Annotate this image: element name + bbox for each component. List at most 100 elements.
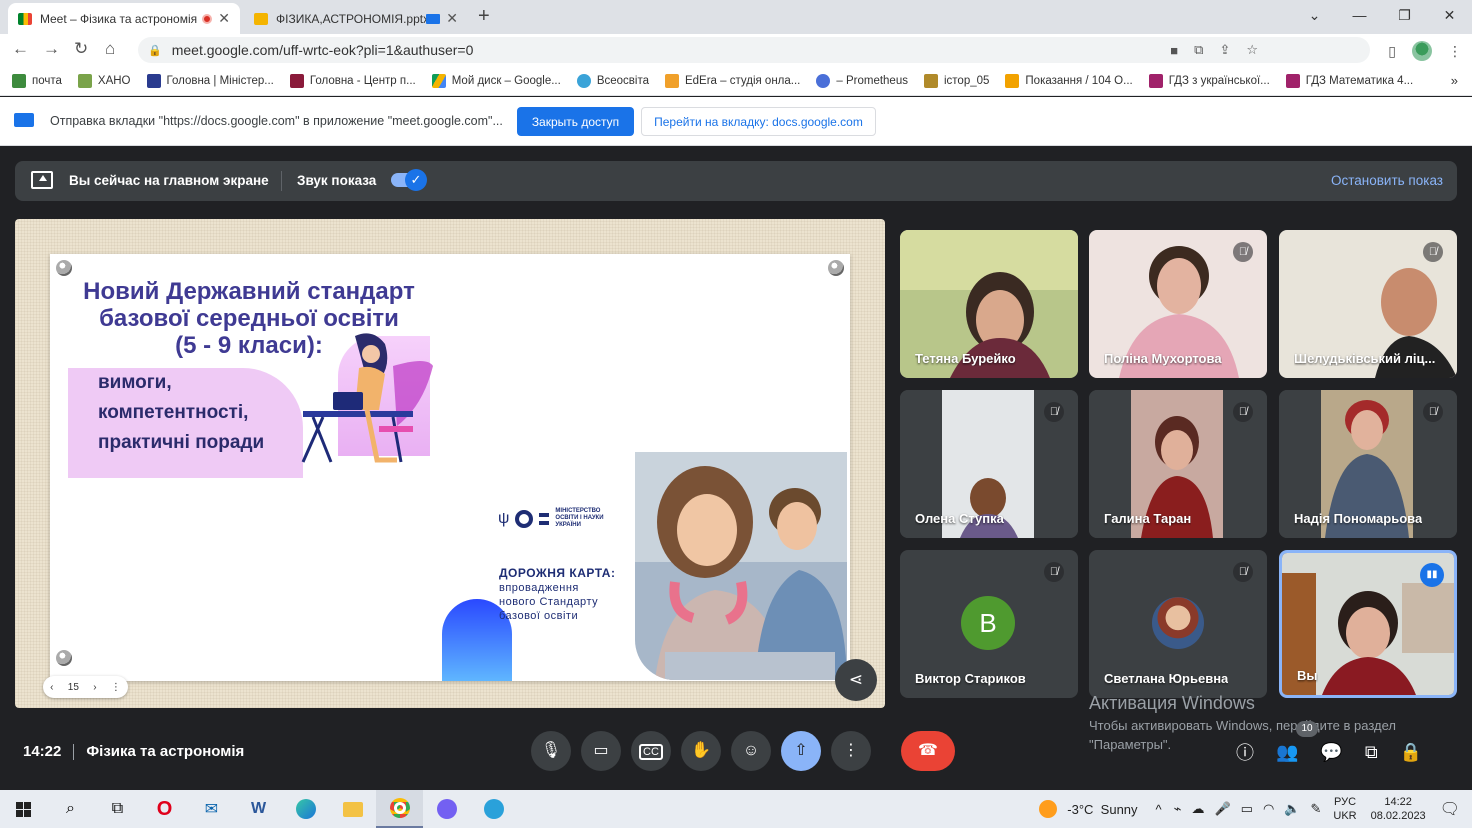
word-app[interactable]: W [235,790,282,828]
lock-icon[interactable]: 🔒 [148,44,162,57]
tab-strip: Meet – Фізика та астрономія ✕ ФІЗИКА,АСТ… [0,0,1472,34]
stop-sharing-button[interactable]: Закрыть доступ [517,107,634,136]
prev-slide-icon[interactable]: ‹ [50,682,53,693]
bookmark-item[interactable]: Головна | Міністер... [146,73,274,88]
participant-name: Вы [1297,668,1318,683]
leave-call-button[interactable]: ☎ [901,731,955,771]
start-button[interactable] [0,790,47,828]
stop-presenting-button[interactable]: Остановить показ [1331,173,1443,188]
explorer-app[interactable] [329,790,376,828]
tab-close-icon[interactable]: ✕ [218,10,230,27]
presenting-icon [426,13,441,24]
side-panel-icon[interactable]: ▯ [1388,43,1396,60]
bookmark-item[interactable]: Показання / 104 О... [1005,73,1133,88]
participant-tile[interactable]: 🎙̸ Олена Ступка [900,390,1078,538]
more-options-button[interactable]: ⋮ [831,731,871,771]
camera-in-use-icon[interactable]: ■ [1170,43,1178,58]
search-button[interactable]: ⌕ [47,790,94,828]
home-icon[interactable]: ⌂ [105,39,115,59]
host-controls-icon[interactable]: 🔒 [1400,742,1422,763]
mail-app[interactable]: ✉ [188,790,235,828]
activities-icon[interactable]: ⧉ [1365,742,1378,763]
microphone-button[interactable]: 🎙 [531,731,571,771]
share-page-icon[interactable]: ⇪ [1219,42,1230,58]
ministry-icon [146,73,161,88]
back-icon[interactable]: ← [12,39,29,59]
bookmark-item[interactable]: Мой диск – Google... [431,73,561,88]
participant-tile[interactable]: B 🎙̸ Виктор Стариков [900,550,1078,698]
profile-avatar[interactable] [1412,41,1432,61]
bluetooth-icon[interactable]: ⌁ [1174,801,1182,817]
restore-icon[interactable]: ❐ [1382,0,1427,30]
menu-icon[interactable]: ⋮ [1448,43,1462,60]
go-to-tab-button[interactable]: Перейти на вкладку: docs.google.com [641,107,876,136]
self-tile[interactable]: ▮▮ Вы [1279,550,1457,698]
bookmark-item[interactable]: ХАНО [77,73,131,88]
bookmark-item[interactable]: почта [12,73,62,88]
bookmark-item[interactable]: істор_05 [923,73,989,88]
readings-icon [1005,73,1020,88]
pin-icon [828,260,844,276]
reactions-button[interactable]: ☺ [731,731,771,771]
participant-tile[interactable]: 🎙̸ Галина Таран [1089,390,1267,538]
present-button[interactable]: ⇧ [781,731,821,771]
open-in-new-icon[interactable]: ⧉ [1194,42,1203,58]
reload-icon[interactable]: ↻ [74,39,88,59]
captions-button[interactable]: CC [631,731,671,771]
bookmark-item[interactable]: ГДЗ з української... [1148,73,1270,88]
notifications-icon[interactable]: 🗨 [1440,799,1460,819]
tab-sharing-infobar: Отправка вкладки "https://docs.google.co… [0,97,1472,146]
minimize-icon[interactable]: — [1337,0,1382,30]
bookmark-item[interactable]: Головна - Центр п... [289,73,416,88]
forward-icon[interactable]: → [43,39,60,59]
edge-app[interactable] [282,790,329,828]
more-bookmarks-icon[interactable]: » [1451,73,1458,88]
camera-button[interactable]: ▭ [581,731,621,771]
meeting-title[interactable]: Фізика та астрономія [86,743,244,760]
telegram-app[interactable] [470,790,517,828]
share-audio-toggle[interactable]: ✓ [391,169,427,191]
bookmark-item[interactable]: – Prometheus [816,73,908,88]
clock[interactable]: 14:22 08.02.2023 [1371,795,1426,823]
bookmark-item[interactable]: EdEra – студія онла... [664,73,800,88]
participant-name: Надія Пономарьова [1294,511,1423,526]
participant-tile[interactable]: 🎙̸ Светлана Юрьевна [1089,550,1267,698]
windows-taskbar: ⌕ ⧉ O ✉ W -3°C Sunny ^ ⌁ ☁ 🎤 ▭ ◠ 🔈 ✎ РУС… [0,790,1472,828]
bookmark-star-icon[interactable]: ☆ [1246,42,1258,58]
tab-meet[interactable]: Meet – Фізика та астрономія ✕ [8,3,240,34]
raise-hand-button[interactable]: ✋ [681,731,721,771]
bookmark-item[interactable]: Всеосвіта [576,73,649,88]
share-icon[interactable]: ⋖ [835,659,877,701]
bookmark-item[interactable]: ГДЗ Математика 4... [1285,73,1413,88]
task-view-button[interactable]: ⧉ [94,790,141,828]
tab-search-icon[interactable]: ⌄ [1292,0,1337,30]
tab-slides[interactable]: ФІЗИКА,АСТРОНОМІЯ.pptx ✕ [244,3,468,34]
weather-text[interactable]: -3°C Sunny [1067,802,1137,817]
close-window-icon[interactable]: ✕ [1427,0,1472,30]
participant-tile[interactable]: Тетяна Бурейко [900,230,1078,378]
chat-icon[interactable]: 💬 [1320,742,1342,763]
mic-off-icon: 🎙̸ [1233,562,1253,582]
new-tab-icon[interactable]: + [478,5,490,28]
participant-tile[interactable]: 🎙̸ Надія Пономарьова [1279,390,1457,538]
pen-icon[interactable]: ✎ [1310,801,1321,817]
viber-app[interactable] [423,790,470,828]
battery-icon[interactable]: ▭ [1241,801,1253,817]
participant-tile[interactable]: 🎙̸ Поліна Мухортова [1089,230,1267,378]
onedrive-icon[interactable]: ☁ [1191,801,1204,817]
opera-app[interactable]: O [141,790,188,828]
participant-tile[interactable]: 🎙̸ Шелудьківський ліц... [1279,230,1457,378]
avatar [1152,597,1204,649]
microphone-tray-icon[interactable]: 🎤 [1214,801,1230,817]
next-slide-icon[interactable]: › [93,682,96,693]
slide-more-icon[interactable]: ⋮ [111,682,121,693]
tab-close-icon[interactable]: ✕ [446,10,458,27]
chrome-app[interactable] [376,790,423,828]
volume-icon[interactable]: 🔈 [1284,801,1300,817]
info-icon[interactable]: ⓘ [1236,739,1254,765]
show-hidden-icons-icon[interactable]: ^ [1156,802,1162,817]
people-icon[interactable]: 👥 [1276,742,1298,763]
address-bar[interactable]: 🔒 meet.google.com/uff-wrtc-eok?pli=1&aut… [138,37,1370,63]
wifi-icon[interactable]: ◠ [1263,801,1274,817]
language-indicator[interactable]: РУС UKR [1333,795,1356,823]
